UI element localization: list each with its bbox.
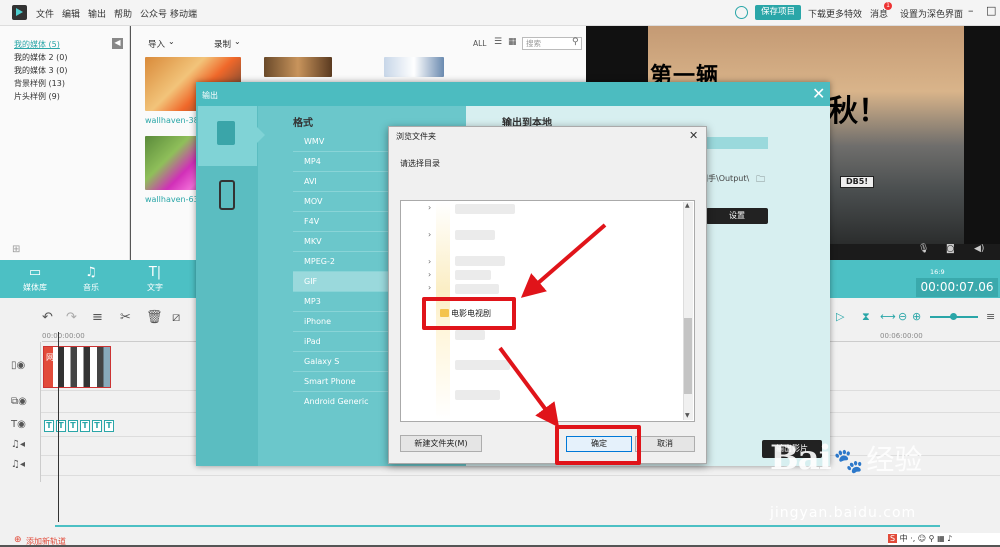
ime-icons: 中 ·, ☺ ⚲ ▦ ♪: [899, 534, 953, 543]
annotation-arrow-folder: [520, 223, 607, 298]
watermark-url: jingyan.baidu.com: [770, 505, 917, 521]
watermark-brand: Bai: [770, 438, 832, 478]
watermark-brand-cn: 经验: [866, 443, 923, 476]
baidu-watermark: Bai 🐾 经验: [770, 438, 922, 478]
ime-logo-icon: S: [888, 534, 898, 543]
paw-icon: 🐾: [833, 447, 864, 475]
annotation-arrow-ok: [498, 346, 560, 428]
ime-toolbar: S 中 ·, ☺ ⚲ ▦ ♪: [888, 533, 1000, 545]
